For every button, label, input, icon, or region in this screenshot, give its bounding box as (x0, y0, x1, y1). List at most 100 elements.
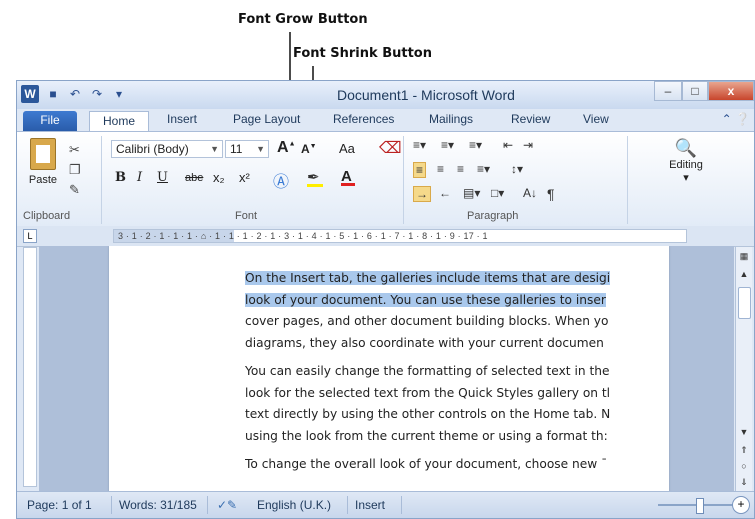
tab-selector[interactable]: L (23, 229, 37, 243)
align-center-icon[interactable]: ≡ (437, 162, 444, 176)
editing-button[interactable]: 🔍 Editing ▾ (658, 138, 714, 184)
text-line: text directly by using the other control… (245, 407, 611, 421)
tab-insert[interactable]: Insert (167, 112, 197, 126)
group-separator (403, 136, 404, 224)
window-title: Document1 - Microsoft Word (337, 87, 515, 103)
select-browse-object-icon[interactable]: ○ (738, 461, 750, 471)
language-indicator[interactable]: English (U.K.) (257, 498, 331, 512)
text-line: You can easily change the formatting of … (245, 364, 610, 378)
italic-button[interactable]: I (137, 170, 142, 185)
word-app-icon[interactable]: W (21, 85, 39, 103)
text-line: look for the selected text from the Quic… (245, 385, 611, 400)
decrease-indent-icon[interactable]: ⇤ (503, 138, 513, 152)
vertical-ruler[interactable] (23, 247, 37, 487)
tab-view[interactable]: View (583, 112, 609, 126)
font-family-combo[interactable]: Calibri (Body) ▼ (111, 140, 223, 158)
bold-button[interactable]: B (115, 170, 126, 185)
ltr-icon[interactable]: → (413, 186, 431, 202)
numbering-icon[interactable]: ≡▾ (441, 138, 454, 152)
tab-home[interactable]: Home (89, 111, 149, 131)
font-grow-button[interactable]: A▲ (277, 139, 296, 157)
insert-mode[interactable]: Insert (355, 498, 385, 512)
text-effects-icon[interactable]: Ⓐ (273, 168, 289, 192)
close-button[interactable]: x (708, 81, 754, 101)
font-color-icon[interactable]: A (341, 168, 355, 186)
proofing-icon[interactable]: ✓✎ (217, 498, 237, 512)
zoom-in-icon[interactable]: + (732, 496, 750, 514)
change-case-button[interactable]: Aa (339, 141, 355, 156)
document-page[interactable]: On the Insert tab, the galleries include… (109, 246, 669, 493)
align-left-icon[interactable]: ≡ (413, 162, 427, 178)
clipboard-small-buttons: ✂ ❐ ✎ (69, 140, 81, 200)
scroll-up-icon[interactable]: ▲ (738, 269, 750, 279)
ruler-bar: L 3 · 1 · 2 · 1 · 1 · 1 · ⌂ · 1 · 1 · 1 … (17, 226, 754, 247)
scroll-thumb[interactable] (738, 287, 751, 319)
text-line: using the look from the current theme or… (245, 428, 608, 443)
bullets-icon[interactable]: ≡▾ (413, 138, 426, 152)
ribbon: Paste ✂ ❐ ✎ Clipboard Calibri (Body) ▼ 11… (17, 131, 754, 227)
find-icon: 🔍 (674, 138, 698, 158)
text-line: diagrams, they also coordinate with your… (245, 335, 604, 350)
word-count[interactable]: Words: 31/185 (119, 498, 197, 512)
subscript-button[interactable]: x₂ (213, 170, 225, 185)
borders-icon[interactable]: □▾ (491, 186, 504, 200)
ribbon-tabs: File Home Insert Page Layout References … (17, 109, 754, 131)
quick-access-toolbar: W ■ ↶ ↷ ▾ (21, 85, 127, 103)
page-count[interactable]: Page: 1 of 1 (27, 498, 92, 512)
strikethrough-button[interactable]: abe (185, 172, 203, 184)
cut-icon[interactable]: ✂ (69, 140, 81, 160)
maximize-button[interactable]: □ (682, 81, 708, 101)
increase-indent-icon[interactable]: ⇥ (523, 138, 533, 152)
align-right-icon[interactable]: ≡ (457, 162, 464, 176)
paste-label: Paste (28, 174, 58, 186)
clipboard-group-label: Clipboard (23, 210, 71, 222)
tab-review[interactable]: Review (511, 112, 550, 126)
font-size-value: 11 (230, 142, 243, 156)
next-page-icon[interactable]: ⇓ (738, 477, 750, 488)
status-separator (111, 496, 112, 514)
help-icon[interactable]: ⌃ ❔ (722, 112, 750, 126)
multilevel-list-icon[interactable]: ≡▾ (469, 138, 482, 152)
zoom-knob[interactable] (696, 498, 704, 514)
font-dialog-launcher[interactable] (383, 192, 384, 224)
save-icon[interactable]: ■ (45, 86, 61, 102)
horizontal-ruler[interactable]: 3 · 1 · 2 · 1 · 1 · 1 · ⌂ · 1 · 1 · 1 · … (113, 229, 687, 243)
tab-file[interactable]: File (23, 111, 77, 131)
chevron-down-icon: ▾ (683, 172, 689, 184)
pilcrow-icon[interactable]: ¶ (547, 186, 555, 202)
status-separator (347, 496, 348, 514)
text-line: cover pages, and other document building… (245, 314, 609, 328)
tab-page-layout[interactable]: Page Layout (233, 112, 300, 126)
customize-qat-icon[interactable]: ▾ (111, 86, 127, 102)
font-size-combo[interactable]: 11 ▼ (225, 140, 269, 158)
font-shrink-button[interactable]: A▼ (301, 142, 317, 156)
format-painter-icon[interactable]: ✎ (69, 180, 81, 200)
sort-icon[interactable]: A↓ (523, 186, 537, 200)
ruler-toggle-icon[interactable]: ▦ (738, 251, 750, 262)
group-separator (101, 136, 102, 224)
tab-references[interactable]: References (333, 112, 394, 126)
line-spacing-icon[interactable]: ↕▾ (511, 162, 523, 176)
paste-icon (30, 138, 56, 170)
tab-mailings[interactable]: Mailings (429, 112, 473, 126)
justify-icon[interactable]: ≡▾ (477, 162, 490, 176)
ruler-ticks: 3 · 1 · 2 · 1 · 1 · 1 · ⌂ · 1 · 1 · 1 · … (118, 231, 488, 241)
zoom-slider[interactable]: + (648, 496, 750, 514)
selected-text-line: look of your document. You can use these… (245, 292, 606, 307)
copy-icon[interactable]: ❐ (69, 160, 81, 180)
redo-icon[interactable]: ↷ (89, 86, 105, 102)
rtl-icon[interactable]: ← (439, 186, 451, 200)
vertical-scrollbar[interactable]: ▦ ▲ ▼ ⇑ ○ ⇓ (735, 247, 752, 493)
highlight-icon[interactable]: ✒ (307, 168, 323, 187)
paste-button[interactable]: Paste (23, 138, 63, 186)
underline-button[interactable]: U (157, 170, 168, 185)
clear-formatting-icon[interactable]: ⌫ (379, 138, 402, 158)
document-text[interactable]: On the Insert tab, the galleries include… (245, 268, 647, 476)
paragraph-group-label: Paragraph (467, 210, 519, 222)
undo-icon[interactable]: ↶ (67, 86, 83, 102)
minimize-button[interactable]: – (654, 81, 682, 101)
shading-icon[interactable]: ▤▾ (463, 186, 480, 200)
previous-page-icon[interactable]: ⇑ (738, 445, 750, 456)
scroll-down-icon[interactable]: ▼ (738, 427, 750, 437)
superscript-button[interactable]: x² (239, 170, 250, 185)
